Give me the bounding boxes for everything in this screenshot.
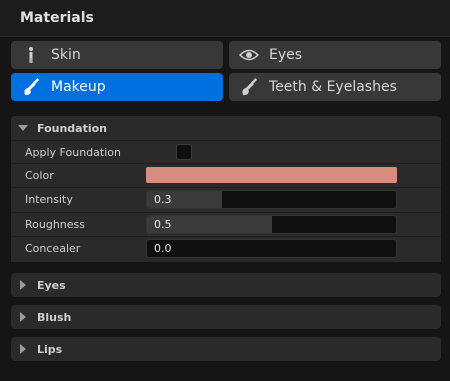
tab-skin-label: Skin (51, 47, 81, 63)
roughness-label: Roughness (25, 218, 86, 231)
tab-eyes-label: Eyes (269, 47, 303, 63)
color-swatch[interactable] (146, 167, 397, 183)
eyes-section: Eyes (11, 273, 441, 297)
roughness-row: Roughness 0.5 (11, 212, 441, 236)
materials-panel: Materials Skin Eyes Makeup Teeth & Eyela… (0, 0, 450, 381)
tab-teeth-eyelashes[interactable]: Teeth & Eyelashes (229, 73, 441, 101)
lips-section: Lips (11, 337, 441, 361)
concealer-row: Concealer 0.0 (11, 236, 441, 262)
lips-section-header[interactable]: Lips (11, 337, 441, 361)
apply-foundation-label: Apply Foundation (25, 146, 121, 159)
chevron-down-icon (17, 122, 29, 134)
tab-eyes[interactable]: Eyes (229, 41, 441, 69)
lips-section-title: Lips (37, 342, 63, 356)
foundation-section-title: Foundation (37, 121, 108, 135)
chevron-right-icon (17, 279, 29, 291)
apply-foundation-checkbox[interactable] (176, 144, 192, 160)
blush-section-header[interactable]: Blush (11, 305, 441, 329)
intensity-slider[interactable]: 0.3 (146, 190, 397, 209)
panel-header: Materials (0, 0, 450, 37)
blush-section: Blush (11, 305, 441, 329)
concealer-input[interactable]: 0.0 (146, 239, 397, 258)
tab-skin[interactable]: Skin (11, 41, 223, 69)
person-icon (21, 45, 41, 65)
roughness-value: 0.5 (154, 218, 172, 231)
blush-section-title: Blush (37, 310, 72, 324)
roughness-slider[interactable]: 0.5 (146, 215, 397, 234)
brush-icon (239, 77, 259, 97)
foundation-section-header[interactable]: Foundation (11, 116, 441, 140)
intensity-row: Intensity 0.3 (11, 187, 441, 211)
chevron-right-icon (17, 311, 29, 323)
eyes-section-header[interactable]: Eyes (11, 273, 441, 297)
color-label: Color (25, 169, 54, 182)
intensity-value: 0.3 (154, 193, 172, 206)
panel-title: Materials (20, 10, 94, 26)
apply-foundation-row: Apply Foundation (11, 140, 441, 164)
tab-makeup-label: Makeup (51, 79, 106, 95)
intensity-label: Intensity (25, 193, 73, 206)
concealer-value: 0.0 (154, 242, 172, 255)
color-row: Color (11, 163, 441, 187)
eyes-section-title: Eyes (37, 278, 66, 292)
chevron-right-icon (17, 343, 29, 355)
tab-makeup[interactable]: Makeup (11, 73, 223, 101)
tab-teeth-eyelashes-label: Teeth & Eyelashes (269, 79, 397, 95)
brush-icon (21, 77, 41, 97)
eye-icon (239, 45, 259, 65)
foundation-section: Foundation Apply Foundation Color Intens… (11, 116, 441, 262)
concealer-label: Concealer (25, 242, 81, 255)
